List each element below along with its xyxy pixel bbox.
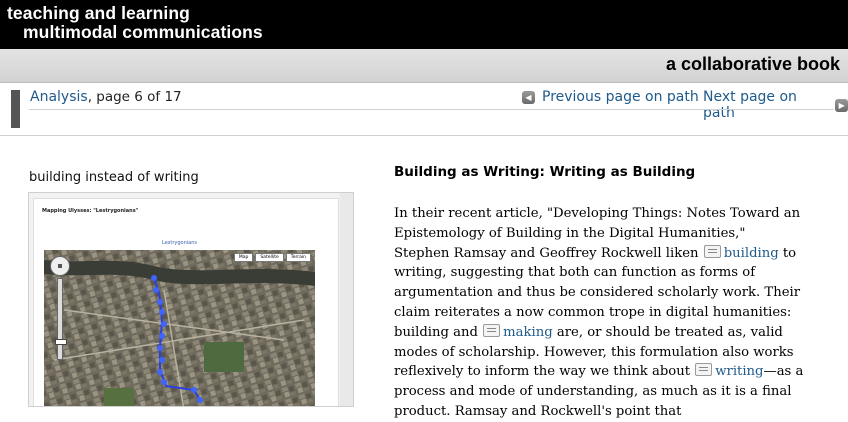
inline-link-building[interactable]: building [724,246,779,261]
media-viewer[interactable]: Mapping Ulysses: "Lestrygonians" Lestryg… [28,192,354,407]
article-body: In their recent article, "Developing Thi… [394,204,804,422]
map-type-controls[interactable]: Map Satellite Terrain [233,253,311,262]
map-type-map[interactable]: Map [233,253,254,262]
map-zoom-knob[interactable] [55,339,67,345]
next-page-label: Next page on path [703,89,797,121]
map-zoom-slider[interactable] [55,278,67,360]
media-scrollbar[interactable] [340,193,353,406]
next-page-link[interactable]: Next page on path ▶ [703,89,848,121]
site-title[interactable]: teaching and learning multimodal communi… [7,4,263,42]
article-paragraph: In their recent article, "Developing Thi… [394,204,804,422]
satellite-map-image [44,250,315,406]
site-title-line2[interactable]: multimodal communications [7,23,263,42]
annotation-note-icon [695,363,713,377]
media-caption: building instead of writing [29,170,199,185]
map-pan-icon[interactable] [50,256,70,276]
annotation-note-icon [703,244,721,258]
map-zoom-control[interactable] [50,256,70,360]
embedded-document-page: Mapping Ulysses: "Lestrygonians" Lestryg… [33,198,339,406]
path-divider [29,109,834,110]
article-title: Building as Writing: Writing as Building [394,164,696,180]
path-info: Analysis, page 6 of 17 [30,89,182,105]
path-marker [11,90,20,128]
previous-page-link[interactable]: ◀ Previous page on path [522,89,699,105]
book-subtitle: a collaborative book [665,54,840,74]
previous-page-label: Previous page on path [542,89,699,105]
map-type-terrain[interactable]: Terrain [285,253,311,262]
embedded-doc-title: Mapping Ulysses: "Lestrygonians" [42,208,139,214]
chevron-right-icon: ▶ [835,98,848,112]
inline-link-making[interactable]: making [503,325,553,340]
annotation-note-icon [483,323,501,337]
path-link-analysis[interactable]: Analysis [30,89,88,105]
map-label: Lestrygonians [162,240,197,246]
map-type-satellite[interactable]: Satellite [255,253,284,262]
path-page-info: , page 6 of 17 [87,89,182,105]
path-navigation: Analysis, page 6 of 17 ◀ Previous page o… [0,83,848,136]
satellite-map[interactable]: Map Satellite Terrain [44,250,315,406]
inline-link-writing[interactable]: writing [715,364,763,379]
book-subtitle-bar: a collaborative book [0,49,848,83]
chevron-left-icon: ◀ [522,90,535,104]
site-header: teaching and learning multimodal communi… [0,0,848,49]
site-title-line1[interactable]: teaching and learning [7,3,190,23]
